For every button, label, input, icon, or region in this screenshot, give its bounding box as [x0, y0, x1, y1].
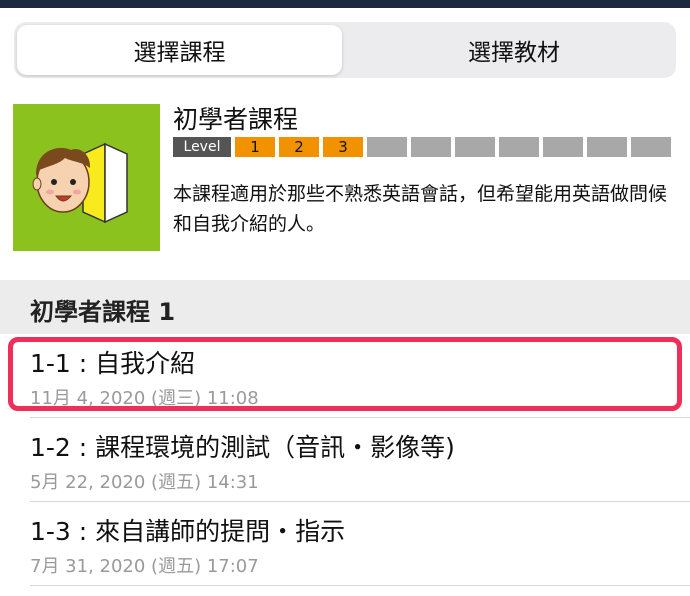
- tab-select-course[interactable]: 選擇課程: [17, 25, 342, 75]
- lesson-title: 1-2 : 課程環境的測試（音訊・影像等): [30, 433, 455, 462]
- course-title: 初學者課程: [173, 105, 299, 134]
- divider: [30, 585, 690, 586]
- beginner-mascot-icon: [32, 142, 128, 224]
- level-cell-10: [631, 137, 671, 157]
- lesson-item-1-2[interactable]: 1-2 : 課程環境的測試（音訊・影像等) 5月 22, 2020 (週五) 1…: [0, 418, 690, 502]
- lesson-title: 1-3 : 來自講師的提問・指示: [30, 517, 346, 546]
- level-cell-1: 1: [235, 137, 275, 157]
- level-cell-6: [455, 137, 495, 157]
- level-cell-9: [587, 137, 627, 157]
- level-cell-5: [411, 137, 451, 157]
- lesson-date: 5月 22, 2020 (週五) 14:31: [30, 472, 259, 493]
- top-bar: [0, 0, 690, 8]
- level-cell-3: 3: [323, 137, 363, 157]
- level-cell-4: [367, 137, 407, 157]
- section-header: 初學者課程 1: [0, 280, 690, 334]
- segmented-control: 選擇課程 選擇教材: [14, 22, 676, 78]
- lesson-date: 7月 31, 2020 (週五) 17:07: [30, 556, 259, 577]
- level-cell-2: 2: [279, 137, 319, 157]
- lesson-item-1-3[interactable]: 1-3 : 來自講師的提問・指示 7月 31, 2020 (週五) 17:07: [0, 502, 690, 586]
- course-thumbnail: [13, 104, 160, 251]
- level-indicator: Level 1 2 3: [173, 137, 671, 157]
- level-cell-7: [499, 137, 539, 157]
- tab-select-material[interactable]: 選擇教材: [354, 25, 674, 75]
- level-label: Level: [173, 137, 231, 157]
- course-description: 本課程適用於那些不熟悉英語會話，但希望能用英語做問候和自我介紹的人。: [173, 183, 668, 235]
- section-title: 初學者課程 1: [30, 298, 176, 326]
- selection-highlight: [8, 337, 682, 411]
- level-cell-8: [543, 137, 583, 157]
